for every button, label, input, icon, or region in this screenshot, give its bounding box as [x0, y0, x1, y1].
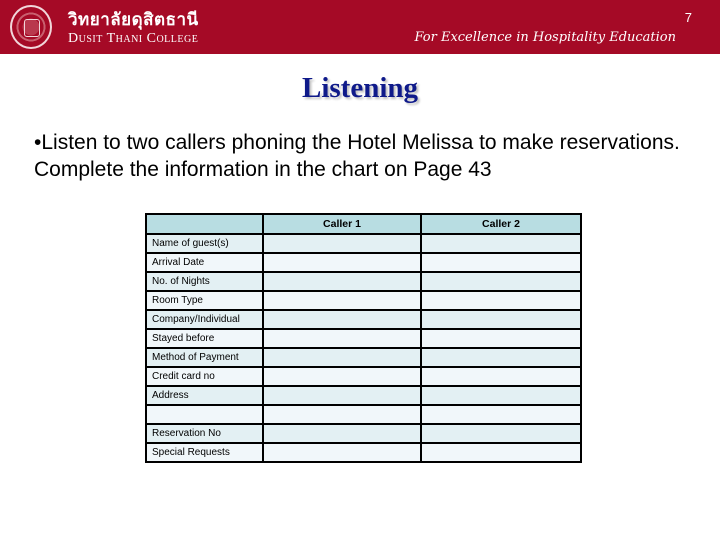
caller-2-cell[interactable]	[420, 233, 582, 254]
caller-2-cell[interactable]	[420, 423, 582, 444]
row-label: Method of Payment	[145, 347, 264, 368]
row-label: Room Type	[145, 290, 264, 311]
college-name-english: Dusit Thani College	[68, 31, 199, 46]
row-label: Address	[145, 385, 264, 406]
caller-1-cell[interactable]	[262, 366, 422, 387]
caller-1-cell[interactable]	[262, 252, 422, 273]
caller-1-cell[interactable]	[262, 290, 422, 311]
table-row: Stayed before	[145, 328, 582, 349]
caller-2-cell[interactable]	[420, 252, 582, 273]
caller-2-cell[interactable]	[420, 404, 582, 425]
caller-2-cell[interactable]	[420, 309, 582, 330]
caller-2-cell[interactable]	[420, 366, 582, 387]
college-seal-icon	[10, 5, 52, 49]
slide-title: Listening	[301, 72, 419, 104]
caller-1-cell[interactable]	[262, 423, 422, 444]
caller-1-cell[interactable]	[262, 309, 422, 330]
caller-2-cell[interactable]	[420, 442, 582, 463]
table-row: Room Type	[145, 290, 582, 311]
page-number: 7	[684, 10, 692, 25]
table-row: Special Requests	[145, 442, 582, 463]
caller-1-cell[interactable]	[262, 271, 422, 292]
caller-1-cell[interactable]	[262, 404, 422, 425]
row-label: Arrival Date	[145, 252, 264, 273]
caller-2-cell[interactable]	[420, 328, 582, 349]
column-header-caller-1: Caller 1	[262, 213, 422, 235]
row-label: Stayed before	[145, 328, 264, 349]
caller-1-cell[interactable]	[262, 347, 422, 368]
college-name-thai: วิทยาลัยดุสิตธานี	[68, 10, 199, 30]
row-label	[145, 404, 264, 425]
table-row	[145, 404, 582, 425]
caller-1-cell[interactable]	[262, 442, 422, 463]
caller-1-cell[interactable]	[262, 233, 422, 254]
caller-2-cell[interactable]	[420, 271, 582, 292]
row-label: No. of Nights	[145, 271, 264, 292]
table-row: Credit card no	[145, 366, 582, 387]
column-header-caller-2: Caller 2	[420, 213, 582, 235]
row-label: Special Requests	[145, 442, 264, 463]
tagline: For Excellence in Hospitality Education	[414, 30, 676, 45]
table-body: Name of guest(s) Arrival Date No. of Night…	[145, 233, 582, 463]
table-row: Address	[145, 385, 582, 406]
row-label: Name of guest(s)	[145, 233, 264, 254]
row-label: Company/Individual	[145, 309, 264, 330]
table-header-row: Caller 1 Caller 2	[145, 213, 582, 235]
caller-1-cell[interactable]	[262, 328, 422, 349]
column-header-label	[145, 213, 264, 235]
table-row: Arrival Date	[145, 252, 582, 273]
caller-2-cell[interactable]	[420, 385, 582, 406]
table-row: Method of Payment	[145, 347, 582, 368]
instruction-text: •Listen to two callers phoning the Hotel…	[34, 131, 680, 181]
row-label: Reservation No	[145, 423, 264, 444]
header-banner: วิทยาลัยดุสิตธานี Dusit Thani College 7 …	[0, 0, 720, 54]
table-row: Company/Individual	[145, 309, 582, 330]
reservation-chart-table: Caller 1 Caller 2 Name of guest(s) Arriva…	[145, 213, 582, 463]
caller-1-cell[interactable]	[262, 385, 422, 406]
caller-2-cell[interactable]	[420, 347, 582, 368]
caller-2-cell[interactable]	[420, 290, 582, 311]
table-row: Reservation No	[145, 423, 582, 444]
row-label: Credit card no	[145, 366, 264, 387]
table-row: No. of Nights	[145, 271, 582, 292]
table-row: Name of guest(s)	[145, 233, 582, 254]
